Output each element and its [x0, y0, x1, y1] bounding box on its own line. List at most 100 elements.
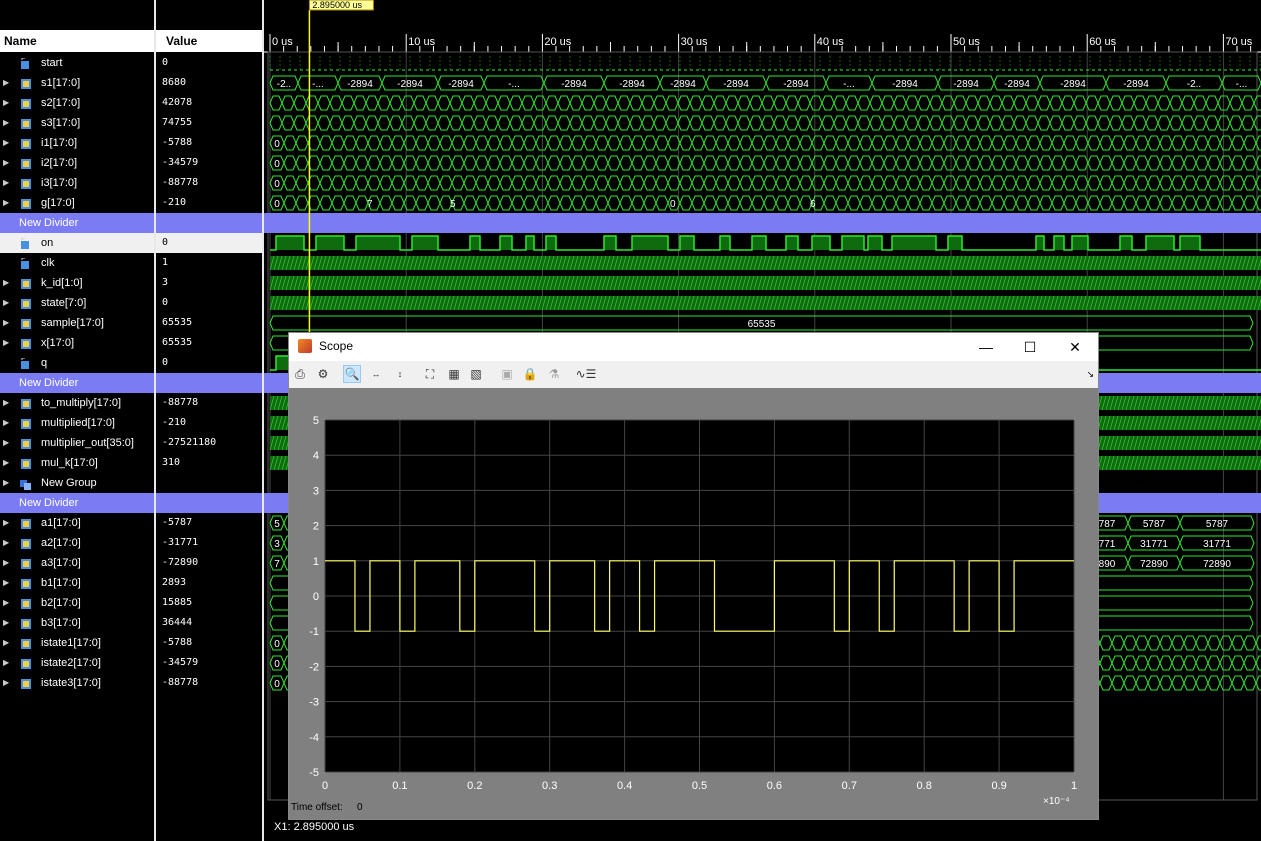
expand-arrow-icon[interactable]: ▶	[3, 553, 9, 573]
expand-arrow-icon[interactable]: ▶	[3, 153, 9, 173]
signal-row[interactable]: ▶ a2[17:0]	[0, 533, 154, 553]
expand-arrow-icon[interactable]: ▶	[3, 133, 9, 153]
expand-arrow-icon[interactable]: ▶	[3, 633, 9, 653]
scope-titlebar[interactable]: Scope — ☐ ✕	[289, 333, 1098, 361]
signal-row[interactable]: clk	[0, 253, 154, 273]
expand-arrow-icon[interactable]: ▶	[3, 173, 9, 193]
signal-row[interactable]: start	[0, 53, 154, 73]
save-axes-icon[interactable]: ▦	[445, 365, 463, 383]
floating-scope-icon[interactable]: ▣	[498, 365, 516, 383]
group-row[interactable]: ▶ New Group	[0, 473, 154, 493]
bus-waveform[interactable]: 0	[269, 155, 1261, 171]
expand-arrow-icon[interactable]: ▶	[3, 533, 9, 553]
expand-arrow-icon[interactable]: ▶	[3, 333, 9, 353]
lock-axes-icon[interactable]: 🔒	[521, 365, 539, 383]
signal-row[interactable]: ▶ s3[17:0]	[0, 113, 154, 133]
signal-row[interactable]: ▶ a1[17:0]	[0, 513, 154, 533]
signal-row[interactable]: ▶ mul_k[17:0]	[0, 453, 154, 473]
bus-waveform[interactable]: 65535	[269, 315, 1254, 331]
bus-waveform[interactable]	[269, 95, 1261, 111]
close-button[interactable]: ✕	[1064, 337, 1086, 357]
restore-axes-icon[interactable]: ▧	[467, 365, 485, 383]
bit-waveform[interactable]	[270, 235, 1261, 251]
autoscale-icon[interactable]: ⛶	[421, 365, 439, 383]
signal-row[interactable]: ▶ s2[17:0]	[0, 93, 154, 113]
expand-arrow-icon[interactable]: ▶	[3, 593, 9, 613]
signal-name: on	[41, 237, 54, 249]
signal-selection-icon[interactable]: ⚗	[545, 365, 563, 383]
minimize-button[interactable]: —	[975, 337, 997, 357]
divider-row[interactable]: New Divider	[0, 373, 154, 393]
signal-row[interactable]: ▶ b3[17:0]	[0, 613, 154, 633]
expand-arrow-icon[interactable]: ▶	[3, 93, 9, 113]
signal-row[interactable]: ▶ b2[17:0]	[0, 593, 154, 613]
maximize-button[interactable]: ☐	[1019, 337, 1041, 357]
dense-waveform[interactable]	[269, 275, 1261, 291]
expand-arrow-icon[interactable]: ▶	[3, 473, 9, 493]
signal-row[interactable]: ▶ state[7:0]	[0, 293, 154, 313]
signal-row[interactable]: ▶ a3[17:0]	[0, 553, 154, 573]
zoom-in-icon[interactable]: 🔍	[343, 365, 361, 383]
signal-row[interactable]: ▶ multiplied[17:0]	[0, 413, 154, 433]
signal-value: 0	[162, 357, 169, 368]
expand-arrow-icon[interactable]: ▶	[3, 73, 9, 93]
scope-chart[interactable]: 0 0.1 0.2 0.3 0.4 0.5 0.6 0.7 0.8 0.9 1 5 4 3 2 1 0 -1 -2 -…	[289, 388, 1098, 819]
zoom-x-icon[interactable]: ↔	[367, 365, 385, 383]
bus-waveform[interactable]: 0	[269, 195, 1261, 211]
signal-row[interactable]: ▶ istate3[17:0]	[0, 673, 154, 693]
zoom-y-icon[interactable]: ↕	[391, 365, 409, 383]
signal-row[interactable]: ▶ i1[17:0]	[0, 133, 154, 153]
signal-value: -34579	[162, 157, 199, 168]
expand-arrow-icon[interactable]: ▶	[3, 513, 9, 533]
scope-window[interactable]: Scope — ☐ ✕ ⎙ ⚙ 🔍 ↔ ↕ ⛶ ▦ ▧ ▣ 🔒 ⚗ ∿☰ ↘ 0…	[288, 332, 1099, 820]
signal-row[interactable]: ▶ multiplier_out[35:0]	[0, 433, 154, 453]
expand-arrow-icon[interactable]: ▶	[3, 453, 9, 473]
bus-waveform[interactable]	[269, 115, 1261, 131]
divider-row[interactable]: New Divider	[0, 493, 154, 513]
bit-waveform[interactable]	[269, 56, 1261, 71]
print-icon[interactable]: ⎙	[291, 365, 309, 383]
expand-arrow-icon[interactable]: ▶	[3, 433, 9, 453]
signal-row[interactable]: ▶ i2[17:0]	[0, 153, 154, 173]
expand-arrow-icon[interactable]: ▶	[3, 393, 9, 413]
name-column-header[interactable]: Name	[0, 30, 154, 52]
expand-arrow-icon[interactable]: ▶	[3, 313, 9, 333]
signal-row[interactable]: ▶ to_multiply[17:0]	[0, 393, 154, 413]
expand-arrow-icon[interactable]: ▶	[3, 113, 9, 133]
expand-arrow-icon[interactable]: ▶	[3, 573, 9, 593]
signal-row[interactable]: ▶ b1[17:0]	[0, 573, 154, 593]
bus-waveform[interactable]: -2.. -... -2894 -2894 -2894 -... -2894 -2894 -28…	[269, 75, 1261, 91]
expand-arrow-icon[interactable]: ▶	[3, 673, 9, 693]
dock-arrow-icon[interactable]: ↘	[1086, 369, 1094, 380]
signal-row[interactable]: ▶ x[17:0]	[0, 333, 154, 353]
signal-row[interactable]: ▶ istate1[17:0]	[0, 633, 154, 653]
signal-row[interactable]: ▶ istate2[17:0]	[0, 653, 154, 673]
bus-signal-icon	[20, 457, 32, 469]
dense-waveform[interactable]	[269, 295, 1261, 311]
divider-row[interactable]: New Divider	[0, 213, 154, 233]
bus-value-label: 7	[367, 199, 373, 210]
signal-row[interactable]: q	[0, 353, 154, 373]
signal-row[interactable]: ▶ k_id[1:0]	[0, 273, 154, 293]
bus-value-label: -2894	[1060, 79, 1086, 90]
signal-row[interactable]: ▶ g[17:0]	[0, 193, 154, 213]
expand-arrow-icon[interactable]: ▶	[3, 613, 9, 633]
signal-row[interactable]: ▶ i3[17:0]	[0, 173, 154, 193]
value-column-header[interactable]: Value	[156, 30, 262, 52]
signal-row[interactable]: ▶ s1[17:0]	[0, 73, 154, 93]
dense-waveform[interactable]	[269, 255, 1261, 271]
bus-waveform[interactable]: 0	[269, 175, 1261, 191]
settings-gear-icon[interactable]: ⚙	[314, 365, 332, 383]
expand-arrow-icon[interactable]: ▶	[3, 193, 9, 213]
expand-arrow-icon[interactable]: ▶	[3, 653, 9, 673]
signal-row[interactable]: ▶ sample[17:0]	[0, 313, 154, 333]
expand-arrow-icon[interactable]: ▶	[3, 413, 9, 433]
time-tick-label: 20 us	[544, 36, 571, 48]
bus-waveform[interactable]: 0	[269, 135, 1261, 151]
bus-value-label: -...	[1236, 79, 1248, 90]
legend-toggle-icon[interactable]: ∿☰	[573, 365, 599, 383]
expand-arrow-icon[interactable]: ▶	[3, 273, 9, 293]
signal-row[interactable]: on	[0, 233, 154, 253]
time-tick-label: 10 us	[408, 36, 435, 48]
expand-arrow-icon[interactable]: ▶	[3, 293, 9, 313]
